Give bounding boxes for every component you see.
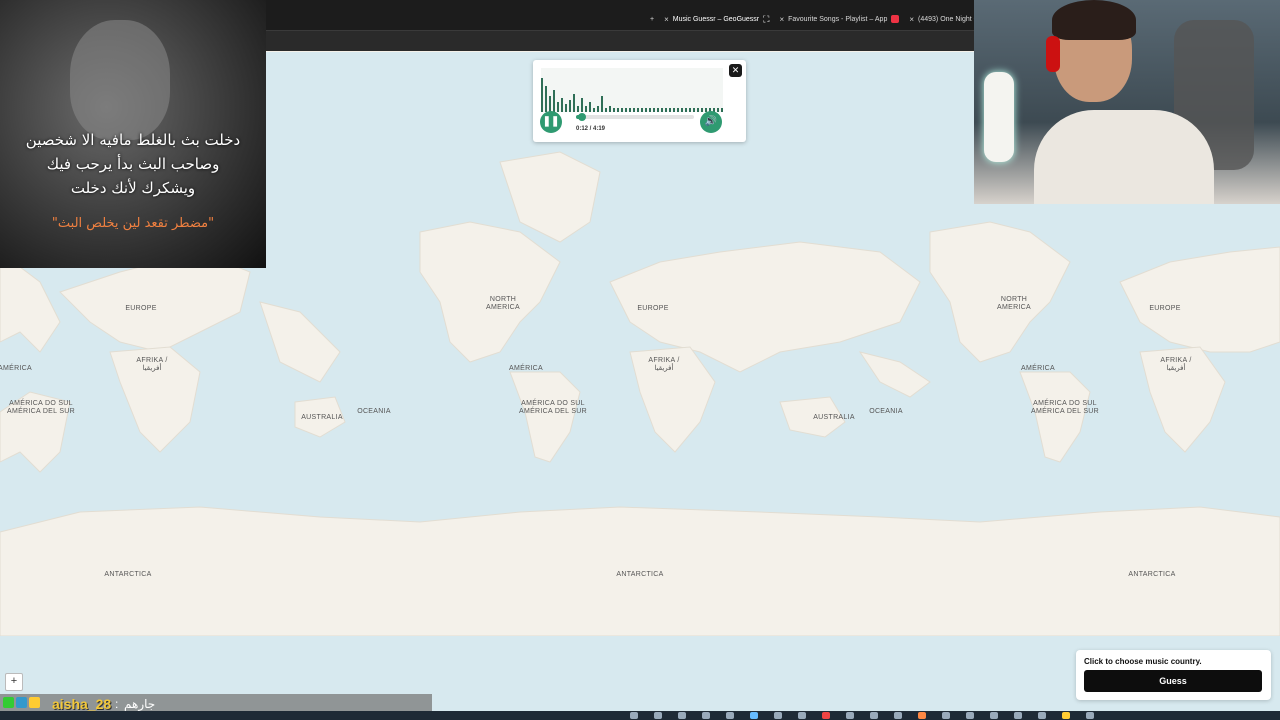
playback-time: 0:12 / 4:19 bbox=[576, 126, 606, 132]
map-label-south-america: AMÉRICA DO SUL AMÉRICA DEL SUR bbox=[1030, 400, 1100, 415]
headset bbox=[1046, 36, 1060, 72]
browser-address-bar[interactable] bbox=[266, 30, 974, 51]
taskbar-app-icon[interactable] bbox=[678, 712, 686, 719]
overlay-line: دخلت بث بالغلط مافيه الا شخصين bbox=[25, 131, 241, 149]
map-label-south-america: AMÉRICA DO SUL AMÉRICA DEL SUR bbox=[518, 400, 588, 415]
close-tab-icon[interactable]: × bbox=[779, 15, 784, 24]
taskbar-app-icon[interactable] bbox=[750, 712, 758, 719]
cartoon-face-image bbox=[70, 20, 170, 140]
taskbar-app-icon[interactable] bbox=[918, 712, 926, 719]
taskbar-app-icon[interactable] bbox=[1014, 712, 1022, 719]
screen-share-icon[interactable]: ⛶ bbox=[763, 14, 769, 25]
map-label-north-america: NORTH AMERICA bbox=[997, 296, 1031, 311]
streamer-body bbox=[1034, 110, 1214, 204]
taskbar-app-icon[interactable] bbox=[1086, 712, 1094, 719]
overlay-line: وصاحب البث بدأ يرحب فيك bbox=[46, 155, 220, 173]
taskbar-app-icon[interactable] bbox=[654, 712, 662, 719]
close-tab-icon[interactable]: × bbox=[664, 15, 669, 24]
map-label-antarctica: ANTARCTICA bbox=[104, 571, 152, 578]
taskbar-app-icon[interactable] bbox=[870, 712, 878, 719]
taskbar-app-icon[interactable] bbox=[726, 712, 734, 719]
overlay-text: دخلت بث بالغلط مافيه الا شخصين وصاحب الب… bbox=[10, 128, 256, 200]
map-label-africa: AFRIKA / أفريقيا bbox=[648, 357, 680, 372]
pause-icon[interactable]: ❚❚ bbox=[540, 111, 562, 133]
map-label-antarctica: ANTARCTICA bbox=[616, 571, 664, 578]
crown-icon bbox=[29, 697, 40, 708]
microphone bbox=[984, 72, 1014, 162]
tab-favourite-songs[interactable]: × Favourite Songs - Playlist – App bbox=[779, 15, 900, 24]
streamer-hair bbox=[1052, 0, 1136, 40]
badge-icon bbox=[16, 697, 27, 708]
stream-overlay-image: دخلت بث بالغلط مافيه الا شخصين وصاحب الب… bbox=[0, 0, 266, 268]
map-label-america: AMÉRICA bbox=[0, 365, 32, 372]
overlay-caption: "مضطر تقعد لين يخلص البث" bbox=[51, 216, 215, 231]
map-label-europe: EUROPE bbox=[637, 305, 669, 312]
taskbar-app-icon[interactable] bbox=[846, 712, 854, 719]
taskbar-app-icon[interactable] bbox=[798, 712, 806, 719]
taskbar-app-icon[interactable] bbox=[702, 712, 710, 719]
taskbar-app-icon[interactable] bbox=[1062, 712, 1070, 719]
taskbar-app-icon[interactable] bbox=[966, 712, 974, 719]
tab-label: (4493) One Night - bbox=[918, 15, 976, 23]
music-player: ✕ ❚❚ 0:12 / 4:19 🔊 bbox=[533, 60, 746, 142]
new-tab-icon[interactable]: + bbox=[650, 16, 654, 23]
map-label-north-america: NORTH AMERICA bbox=[486, 296, 520, 311]
chat-message: جارهم bbox=[124, 697, 156, 711]
taskbar-app-icon[interactable] bbox=[942, 712, 950, 719]
taskbar-app-icon[interactable] bbox=[774, 712, 782, 719]
waveform-bars bbox=[541, 78, 723, 112]
tab-label: Music Guessr – GeoGuessr bbox=[672, 15, 760, 23]
zoom-in-button[interactable]: + bbox=[5, 673, 23, 691]
progress-slider[interactable] bbox=[576, 113, 694, 121]
map-label-oceania: OCEANIA bbox=[357, 408, 391, 415]
volume-icon[interactable]: 🔊 bbox=[700, 111, 722, 133]
map-label-america: AMÉRICA bbox=[1021, 365, 1055, 372]
browser-tabs: + × Music Guessr – GeoGuessr ⛶ × Favouri… bbox=[650, 10, 976, 28]
map-label-australia: AUSTRALIA bbox=[301, 414, 343, 421]
chat-separator: : bbox=[115, 697, 119, 711]
taskbar-app-icon[interactable] bbox=[822, 712, 830, 719]
progress-handle[interactable] bbox=[577, 113, 586, 121]
tab-music-guessr[interactable]: × Music Guessr – GeoGuessr ⛶ bbox=[664, 14, 769, 25]
map-label-south-america: AMÉRICA DO SUL AMÉRICA DEL SUR bbox=[6, 400, 76, 415]
close-icon[interactable]: ✕ bbox=[729, 64, 742, 77]
waveform bbox=[541, 68, 723, 112]
map-label-europe: EUROPE bbox=[1149, 305, 1181, 312]
guess-panel: Click to choose music country. Guess bbox=[1076, 650, 1271, 700]
webcam-feed bbox=[974, 0, 1280, 204]
kick-icon bbox=[3, 697, 14, 708]
map-label-antarctica: ANTARCTICA bbox=[1128, 571, 1176, 578]
overlay-line: ويشكرك لأنك دخلت bbox=[70, 179, 196, 197]
taskbar-app-icon[interactable] bbox=[1038, 712, 1046, 719]
tab-label: Favourite Songs - Playlist – App bbox=[788, 15, 888, 23]
tab-youtube[interactable]: × (4493) One Night - bbox=[909, 15, 976, 24]
map-label-america: AMÉRICA bbox=[509, 365, 543, 372]
map-label-africa: AFRIKA / أفريقيا bbox=[1160, 357, 1192, 372]
chat-username: aisha_28 bbox=[52, 696, 112, 712]
taskbar-app-icon[interactable] bbox=[630, 712, 638, 719]
taskbar-app-icon[interactable] bbox=[894, 712, 902, 719]
guess-button[interactable]: Guess bbox=[1084, 670, 1262, 692]
apple-music-icon bbox=[891, 15, 900, 23]
guess-hint: Click to choose music country. bbox=[1084, 657, 1202, 666]
chat-badges bbox=[3, 697, 40, 708]
map-label-australia: AUSTRALIA bbox=[813, 414, 855, 421]
map-label-oceania: OCEANIA bbox=[869, 408, 903, 415]
taskbar-app-icon[interactable] bbox=[990, 712, 998, 719]
map-label-europe: EUROPE bbox=[125, 305, 157, 312]
map-label-africa: AFRIKA / أفريقيا bbox=[136, 357, 168, 372]
close-tab-icon[interactable]: × bbox=[909, 15, 914, 24]
